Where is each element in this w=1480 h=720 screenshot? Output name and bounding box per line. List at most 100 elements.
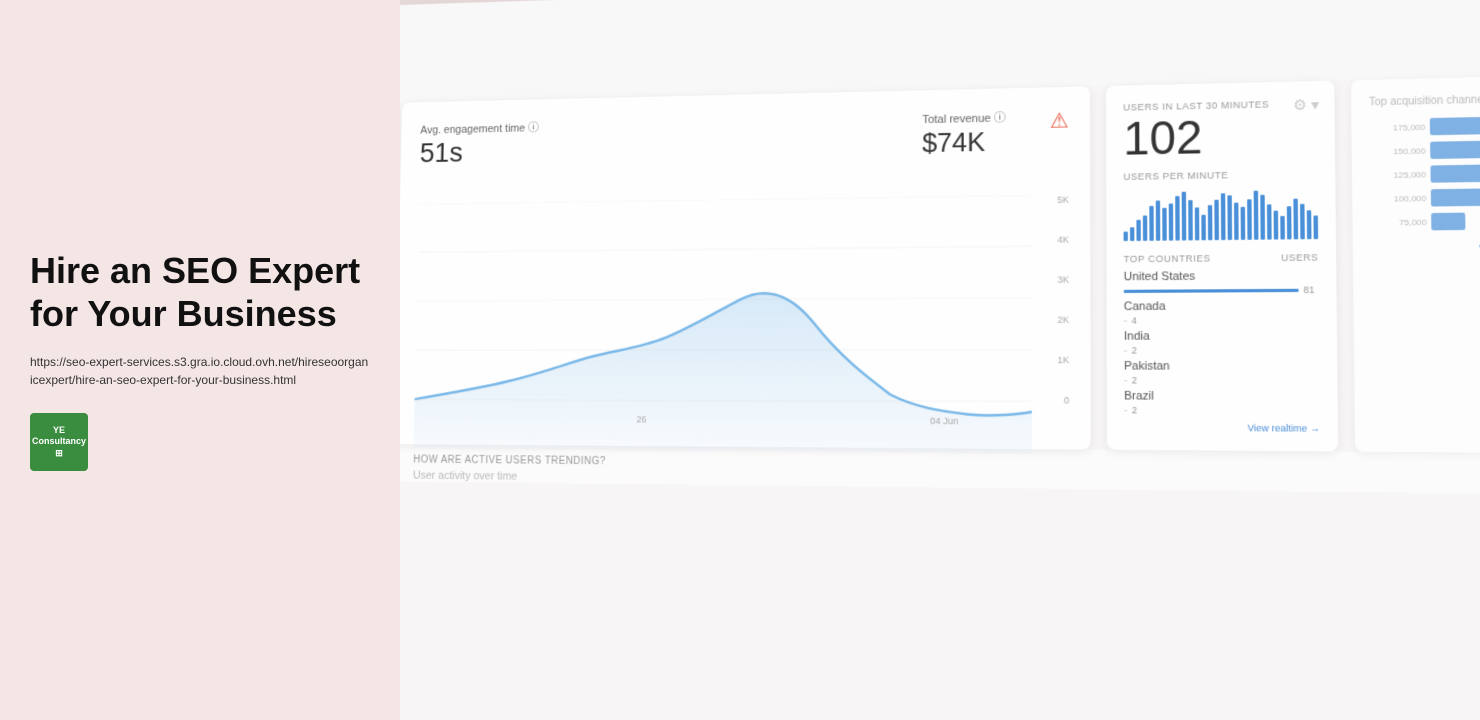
country-name: Canada xyxy=(1124,299,1319,313)
bar-item xyxy=(1293,198,1298,239)
country-bar-container: -2 xyxy=(1124,345,1319,356)
y-axis: 5K 4K 3K 2K 1K 0 xyxy=(1037,194,1069,405)
country-row: Canada -4 xyxy=(1124,299,1319,325)
y-label-0: 0 xyxy=(1064,395,1069,406)
analytics-sheet: Avg. engagement time ⓘ 51s Total revenue… xyxy=(400,0,1480,720)
y-label-2k: 2K xyxy=(1057,314,1069,325)
bar-item xyxy=(1124,232,1128,241)
analytics-panel: Avg. engagement time ⓘ 51s Total revenue… xyxy=(400,0,1480,720)
bar-item xyxy=(1254,191,1259,240)
country-sub: - xyxy=(1124,405,1127,416)
right-card-title: Top acquisition channels xyxy=(1369,92,1480,108)
users-per-minute-label: USERS PER MINUTE xyxy=(1123,168,1317,182)
bar-item xyxy=(1149,206,1153,241)
country-bar-container: -2 xyxy=(1124,405,1320,417)
h-bar-label: 75,000 xyxy=(1370,217,1426,227)
engagement-label: Avg. engagement time ⓘ xyxy=(420,119,539,137)
country-value: 2 xyxy=(1131,345,1136,356)
country-bar-container: 81 xyxy=(1124,284,1319,296)
h-bar-label: 125,000 xyxy=(1370,169,1426,180)
h-bar-fill xyxy=(1430,140,1480,159)
engagement-value: 51s xyxy=(419,135,538,169)
country-sub: - xyxy=(1124,375,1127,386)
y-label-3k: 3K xyxy=(1057,274,1069,285)
h-bar-label: 150,000 xyxy=(1370,146,1426,157)
users-in-last-label: USERS IN LAST 30 MINUTES xyxy=(1123,98,1317,113)
y-label-5k: 5K xyxy=(1057,194,1069,205)
h-bar-label: 100,000 xyxy=(1370,193,1426,203)
h-bar-row: 175,000 xyxy=(1369,115,1480,136)
bar-item xyxy=(1195,208,1200,241)
bar-item xyxy=(1182,192,1187,241)
bar-item xyxy=(1287,207,1292,240)
country-sub: - xyxy=(1124,345,1127,356)
users-per-minute-chart xyxy=(1123,185,1318,241)
country-bar-container: -4 xyxy=(1124,315,1319,326)
bar-item xyxy=(1162,208,1166,241)
revenue-value: $74K xyxy=(922,126,1006,160)
bar-item xyxy=(1208,205,1213,240)
bar-item xyxy=(1227,196,1232,240)
users-count: 102 xyxy=(1123,113,1317,163)
settings-icon[interactable]: ⚙ ▾ xyxy=(1293,96,1319,115)
h-bar-label: 175,000 xyxy=(1369,122,1425,133)
bar-item xyxy=(1274,210,1279,239)
country-row: Pakistan -2 xyxy=(1124,360,1320,386)
h-bar-fill xyxy=(1430,164,1480,183)
revenue-section: Total revenue ⓘ $74K xyxy=(922,109,1006,159)
bar-item xyxy=(1130,227,1134,241)
country-name: Brazil xyxy=(1124,390,1320,404)
country-row: India -2 xyxy=(1124,330,1319,356)
bar-item xyxy=(1143,215,1147,241)
revenue-label: Total revenue ⓘ xyxy=(922,109,1005,127)
h-bar-row: 125,000 xyxy=(1370,163,1480,184)
country-name: United States xyxy=(1124,269,1319,283)
country-bar-container: -2 xyxy=(1124,375,1320,386)
chart-header: Avg. engagement time ⓘ 51s Total revenue… xyxy=(419,108,1069,174)
bar-item xyxy=(1169,203,1174,240)
country-sub: - xyxy=(1124,315,1127,326)
bar-item xyxy=(1260,195,1265,239)
logo-icon: ⊞ xyxy=(55,448,63,460)
bar-item xyxy=(1247,199,1252,240)
h-bar-row: 75,000 xyxy=(1370,211,1480,231)
warning-icon: ⚠ xyxy=(1050,108,1069,134)
country-value: 2 xyxy=(1132,405,1137,416)
engagement-section: Avg. engagement time ⓘ 51s xyxy=(419,119,538,174)
logo-text: YE Consultancy xyxy=(30,425,88,448)
country-name: India xyxy=(1124,330,1319,343)
h-bar-fill xyxy=(1431,213,1465,231)
y-label-4k: 4K xyxy=(1057,234,1069,245)
country-row: Brazil-2 xyxy=(1124,390,1320,417)
bar-item xyxy=(1307,210,1312,239)
h-bar-fill xyxy=(1430,115,1480,135)
view-all-channels[interactable]: VIEW ALL CHANNELS xyxy=(1371,242,1480,255)
cards-row: Avg. engagement time ⓘ 51s Total revenue… xyxy=(400,74,1480,454)
bar-item xyxy=(1201,215,1206,241)
country-name: Pakistan xyxy=(1124,360,1320,373)
right-card: Top acquisition channels 175,000 150,000 1… xyxy=(1351,74,1480,453)
bar-item xyxy=(1136,220,1140,241)
users-card: ⚙ ▾ USERS IN LAST 30 MINUTES 102 USERS P… xyxy=(1106,81,1338,452)
h-bar-fill xyxy=(1431,188,1480,206)
top-countries-text: TOP COUNTRIES xyxy=(1124,253,1211,264)
bar-item xyxy=(1313,216,1318,240)
bar-item xyxy=(1267,204,1272,239)
logo-box[interactable]: YE Consultancy ⊞ xyxy=(30,413,88,471)
countries-list: United States81Canada-4India-2Pakistan-2… xyxy=(1124,269,1320,416)
country-value: 4 xyxy=(1131,315,1136,326)
h-bar-row: 100,000 xyxy=(1370,187,1480,207)
top-countries-header: TOP COUNTRIES USERS xyxy=(1124,252,1319,264)
main-chart-card: Avg. engagement time ⓘ 51s Total revenue… xyxy=(400,86,1091,449)
bar-item xyxy=(1300,204,1305,239)
bar-item xyxy=(1188,200,1193,241)
line-chart-area: 5K 4K 3K 2K 1K 0 xyxy=(414,194,1069,427)
bar-item xyxy=(1241,207,1246,240)
bar-item xyxy=(1221,193,1226,240)
h-bar-row: 150,000 xyxy=(1369,139,1480,160)
bar-item xyxy=(1214,199,1219,240)
page-url[interactable]: https://seo-expert-services.s3.gra.io.cl… xyxy=(30,353,370,389)
left-panel: Hire an SEO Expert for Your Business htt… xyxy=(0,0,400,720)
page-title: Hire an SEO Expert for Your Business xyxy=(30,249,370,335)
view-realtime-link[interactable]: View realtime → xyxy=(1124,422,1320,434)
